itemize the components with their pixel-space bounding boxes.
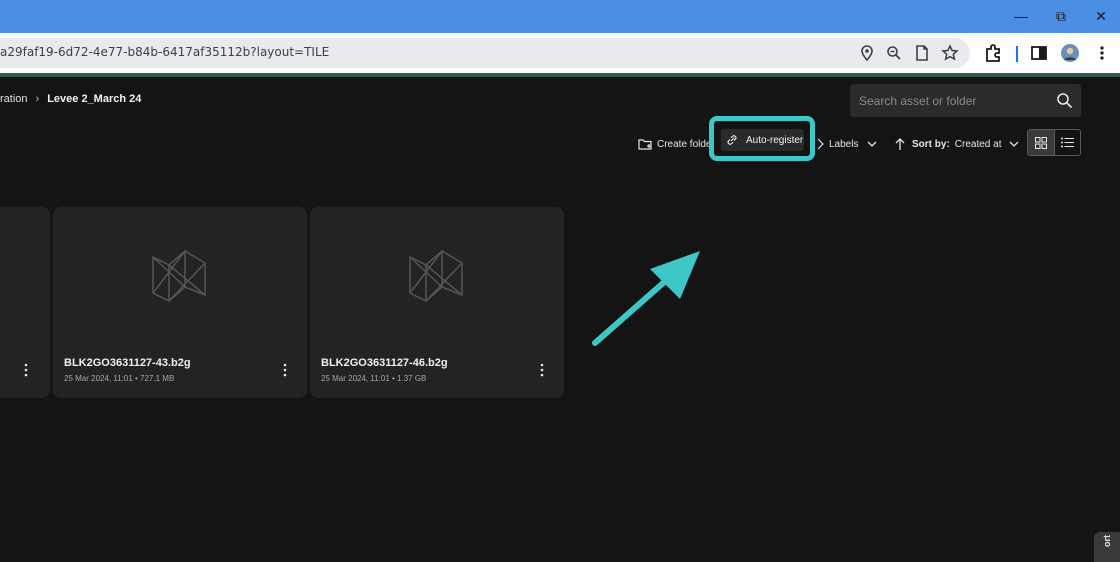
labels-dropdown[interactable]: Labels: [817, 134, 878, 154]
restore-icon[interactable]: ⧉: [1048, 6, 1074, 26]
breadcrumb: ration › Levee 2_March 24: [0, 93, 141, 105]
arrow-up-icon: [895, 138, 905, 150]
label-icon: [817, 138, 824, 150]
list-view-icon: [1060, 137, 1074, 148]
chevron-down-icon: [1010, 141, 1019, 147]
side-tab-label: ort: [1102, 535, 1112, 547]
browser-toolbar: a29faf19-6d72-4e77-b84b-6417af35112b?lay…: [0, 33, 1120, 73]
tile-name: BLK2GO3631127-43.b2g: [64, 357, 191, 369]
highlight-box: [709, 116, 815, 161]
url-text[interactable]: a29faf19-6d72-4e77-b84b-6417af35112b?lay…: [0, 45, 329, 59]
extensions-icon[interactable]: [983, 43, 1003, 63]
annotation-arrow: [592, 251, 700, 346]
sort-by-label: Sort by:: [912, 138, 950, 150]
view-toggle: [1027, 129, 1081, 156]
sort-by-value: Created at: [954, 138, 1002, 150]
search-input[interactable]: Search asset or folder: [850, 84, 1081, 117]
model-placeholder-icon: [409, 249, 463, 303]
minimize-icon[interactable]: —: [1008, 6, 1034, 26]
search-placeholder: Search asset or folder: [859, 94, 977, 108]
folder-add-icon: [638, 138, 652, 150]
search-icon[interactable]: [1056, 92, 1073, 109]
page-icon[interactable]: [913, 44, 931, 62]
chevron-down-icon: [868, 141, 877, 147]
model-placeholder-icon: [152, 249, 206, 303]
browser-titlebar: — ⧉ ✕: [0, 0, 1120, 33]
app-main: ration › Levee 2_March 24 Search asset or …: [0, 77, 1120, 562]
asset-tile[interactable]: BLK2GO3631127-46.b2g 25 Mar 2024, 11:01 …: [310, 207, 564, 398]
kebab-icon[interactable]: [283, 363, 287, 377]
create-folder-button[interactable]: Create folde: [638, 134, 711, 154]
close-icon[interactable]: ✕: [1088, 6, 1114, 26]
toolbar-divider: [1016, 46, 1018, 62]
tile-name: BLK2GO3631127-46.b2g: [321, 357, 448, 369]
breadcrumb-parent[interactable]: ration: [0, 93, 28, 105]
avatar[interactable]: [1060, 43, 1080, 63]
zoom-icon[interactable]: [885, 44, 903, 62]
sort-dropdown[interactable]: Sort by: Created at: [894, 134, 1020, 154]
more-vert-icon[interactable]: [1092, 43, 1112, 63]
list-view-button[interactable]: [1055, 130, 1081, 155]
star-icon[interactable]: [941, 44, 959, 62]
kebab-icon[interactable]: [24, 363, 28, 377]
address-bar[interactable]: a29faf19-6d72-4e77-b84b-6417af35112b?lay…: [0, 38, 970, 68]
breadcrumb-current: Levee 2_March 24: [47, 93, 142, 105]
grid-view-icon: [1034, 136, 1047, 149]
sidepanel-icon[interactable]: [1029, 43, 1049, 63]
side-tab[interactable]: ort: [1094, 532, 1120, 562]
asset-tile[interactable]: [0, 207, 50, 398]
tile-meta: 25 Mar 2024, 11:01 • 727.1 MB: [64, 374, 175, 383]
kebab-icon[interactable]: [540, 363, 544, 377]
create-folder-label: Create folde: [657, 138, 712, 150]
labels-label: Labels: [829, 138, 859, 150]
grid-view-button[interactable]: [1028, 130, 1055, 155]
chevron-right-icon: ›: [35, 93, 40, 105]
asset-tile[interactable]: BLK2GO3631127-43.b2g 25 Mar 2024, 11:01 …: [53, 207, 307, 398]
tile-meta: 25 Mar 2024, 11:01 • 1.37 GB: [321, 374, 427, 383]
location-icon[interactable]: [858, 44, 876, 62]
